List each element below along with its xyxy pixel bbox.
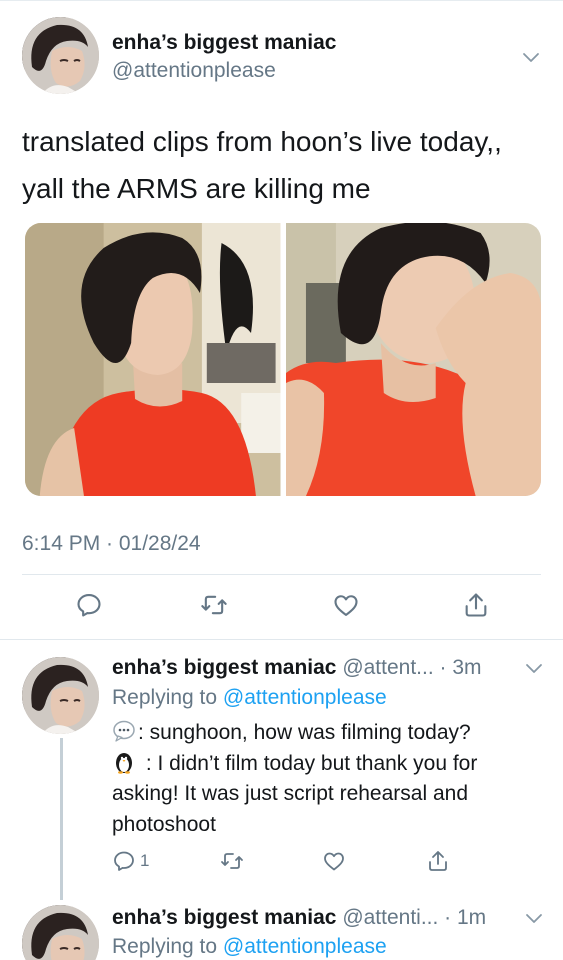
reply-button[interactable]: 1 <box>112 849 149 873</box>
replying-to: Replying to @attentionplease <box>112 686 387 710</box>
replying-to-label: Replying to <box>112 935 218 958</box>
media-grid <box>25 223 541 496</box>
divider <box>0 639 563 640</box>
reply-icon <box>114 851 134 871</box>
reply-author-name[interactable]: enha’s biggest maniac <box>112 906 336 929</box>
reply-header: enha’s biggest maniac @attent... · 3m <box>112 656 482 680</box>
photo-left[interactable] <box>25 223 281 496</box>
retweet-icon[interactable] <box>220 849 244 873</box>
photo-right[interactable] <box>285 223 541 496</box>
reply-actions: 1 <box>0 846 563 876</box>
reply-icon[interactable] <box>74 590 104 620</box>
share-icon[interactable] <box>426 849 450 873</box>
like-icon[interactable] <box>322 849 346 873</box>
reply-author-name[interactable]: enha’s biggest maniac <box>112 656 336 679</box>
reply-author-avatar[interactable] <box>22 657 99 734</box>
speech-bubble-icon <box>112 719 136 743</box>
tweet-text-line: yall the ARMS are killing me <box>22 173 371 204</box>
reply-meta: @attent... · 3m <box>342 656 482 679</box>
divider <box>22 574 541 575</box>
reply-text-line: : sunghoon, how was filming today? <box>112 718 542 749</box>
replying-to-handle[interactable]: @attentionplease <box>223 935 387 958</box>
retweet-icon[interactable] <box>199 590 229 620</box>
reply-author-avatar[interactable] <box>22 905 99 960</box>
reply-text-line: photoshoot <box>112 812 216 836</box>
penguin-icon <box>112 750 136 774</box>
like-icon[interactable] <box>331 590 361 620</box>
tweet-actions <box>0 590 563 624</box>
reply-text-line: : I didn’t film today but thank you for <box>112 749 542 780</box>
reply-text-line: asking! It was just script rehearsal and <box>112 782 468 805</box>
share-icon[interactable] <box>461 590 491 620</box>
tweet-text: translated clips from hoon’s live today,… <box>22 118 542 212</box>
replying-to: Replying to @attentionplease <box>112 935 387 959</box>
replying-to-handle[interactable]: @attentionplease <box>223 686 387 709</box>
author-name[interactable]: enha’s biggest maniac <box>112 31 336 55</box>
tweet-timestamp[interactable]: 6:14 PM · 01/28/24 <box>22 532 201 556</box>
replying-to-label: Replying to <box>112 686 218 709</box>
chevron-down-icon[interactable] <box>524 908 544 928</box>
reply-header: enha’s biggest maniac @attenti... · 1m <box>112 906 486 930</box>
author-avatar[interactable] <box>22 17 99 94</box>
tweet-text-line: translated clips from hoon’s live today,… <box>22 126 502 157</box>
reply-meta: @attenti... · 1m <box>342 906 487 929</box>
reply-count: 1 <box>140 851 150 870</box>
author-handle[interactable]: @attentionplease <box>112 59 276 83</box>
chevron-down-icon[interactable] <box>524 658 544 678</box>
reply-text: : sunghoon, how was filming today? : I d… <box>112 718 542 840</box>
top-border <box>0 0 563 1</box>
chevron-down-icon[interactable] <box>521 47 541 67</box>
